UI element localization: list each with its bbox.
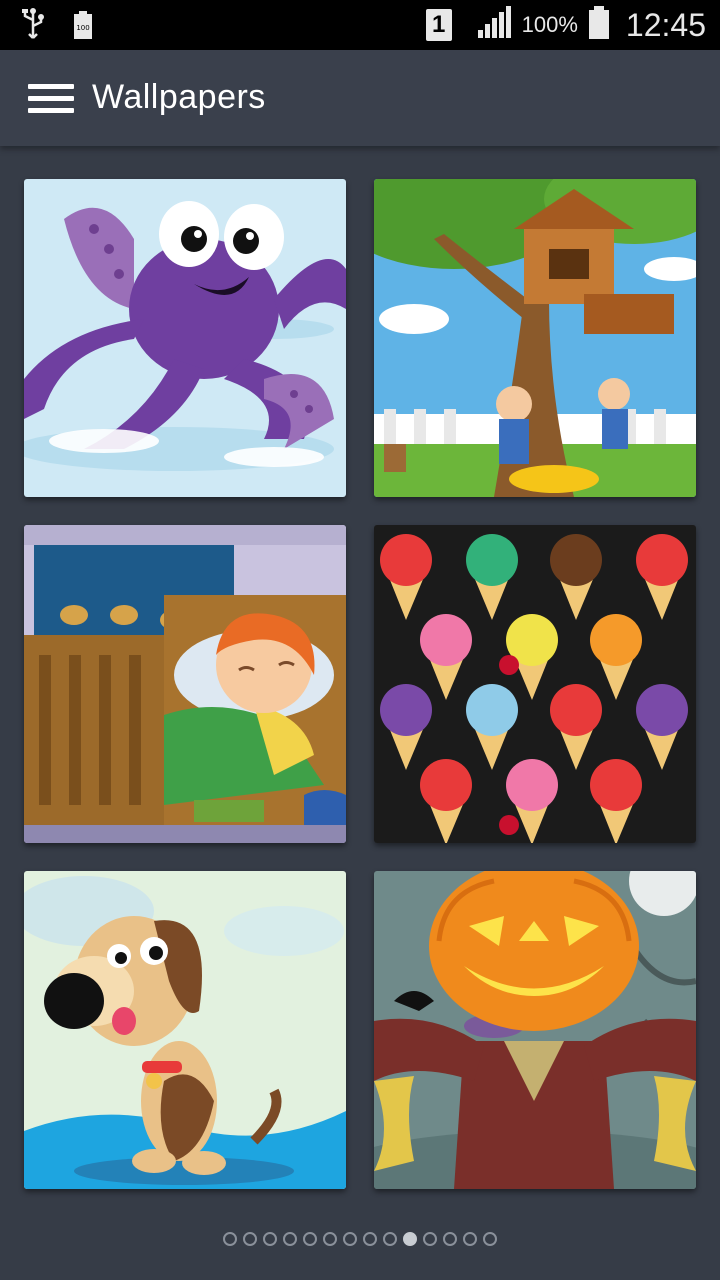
page-dot[interactable] — [383, 1232, 397, 1246]
page-dot[interactable] — [303, 1232, 317, 1246]
hamburger-menu-icon[interactable] — [28, 84, 74, 114]
wallpaper-tile-sleeping-boy[interactable] — [24, 525, 346, 843]
svg-text:100: 100 — [76, 24, 89, 32]
wallpaper-tile-dog[interactable] — [24, 871, 346, 1189]
wallpaper-tile-pumpkin[interactable] — [374, 871, 696, 1189]
wallpaper-tile-octopus[interactable] — [24, 179, 346, 497]
page-dot[interactable] — [483, 1232, 497, 1246]
signal-icon — [476, 5, 512, 45]
page-dot[interactable] — [343, 1232, 357, 1246]
page-indicator — [0, 1232, 720, 1252]
page-dot[interactable] — [363, 1232, 377, 1246]
status-clock: 12:45 — [625, 6, 706, 43]
battery-icon — [588, 5, 610, 45]
page-dot[interactable] — [443, 1232, 457, 1246]
wallpaper-tile-ice-cream[interactable] — [374, 525, 696, 843]
page-dot[interactable] — [263, 1232, 277, 1246]
usb-icon — [20, 8, 46, 47]
app-bar: Wallpapers — [0, 50, 720, 146]
battery-percent: 100% — [521, 12, 578, 37]
page-dot[interactable] — [283, 1232, 297, 1246]
wallpaper-tile-treehouse[interactable] — [374, 179, 696, 497]
page-dot[interactable] — [243, 1232, 257, 1246]
battery-100-icon: 100 — [72, 10, 94, 45]
page-dot[interactable] — [403, 1232, 417, 1246]
page-dot[interactable] — [423, 1232, 437, 1246]
page-dot[interactable] — [463, 1232, 477, 1246]
status-bar: 100 1 100% 12:45 — [0, 0, 720, 50]
page-dot[interactable] — [323, 1232, 337, 1246]
page-dot[interactable] — [223, 1232, 237, 1246]
sim-icon: 1 — [425, 9, 452, 41]
page-title: Wallpapers — [92, 78, 266, 116]
